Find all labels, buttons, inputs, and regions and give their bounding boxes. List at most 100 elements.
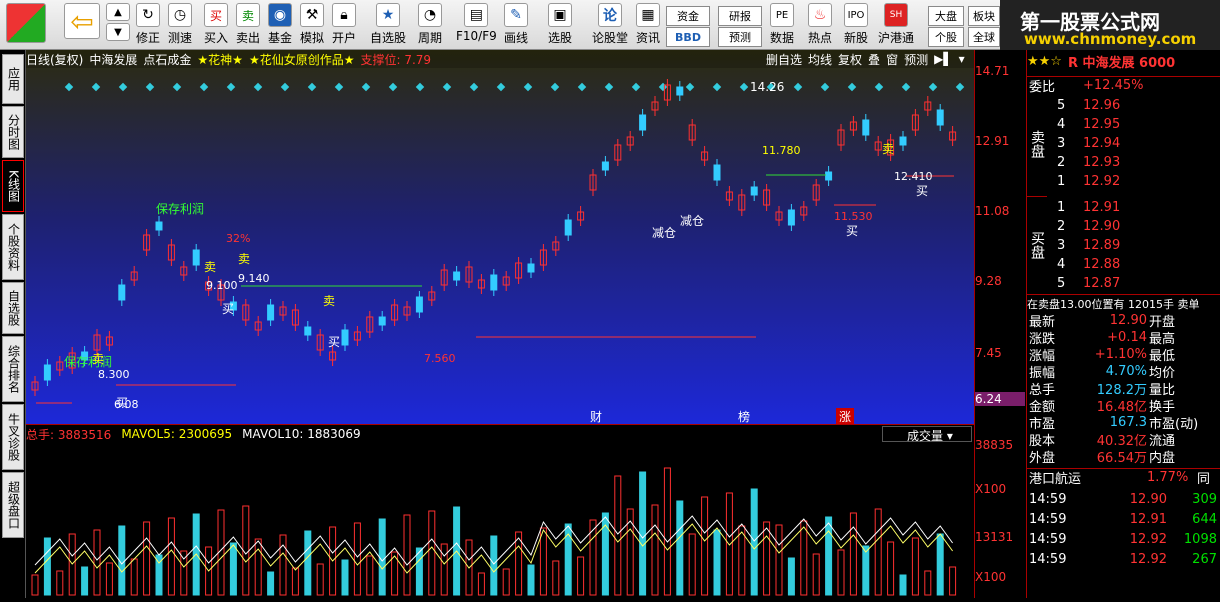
- simulate-button[interactable]: ⚒ 模拟: [300, 3, 324, 47]
- indicator-select[interactable]: 成交量 ▾: [882, 426, 972, 443]
- window-button[interactable]: 窗: [886, 51, 898, 68]
- fix-button[interactable]: ↻ 修正: [136, 3, 160, 47]
- buy-level[interactable]: 2 12.90: [1027, 217, 1220, 235]
- forecast-tool-button[interactable]: 预测: [904, 51, 928, 68]
- market-button[interactable]: 大盘: [928, 6, 964, 26]
- adjust-button[interactable]: 复权: [838, 51, 862, 68]
- fund-button[interactable]: ◉ 基金: [268, 3, 292, 47]
- global-button[interactable]: 全球: [968, 27, 1000, 47]
- event-badge-list[interactable]: 榜: [738, 408, 750, 425]
- panel-title: ★★☆ R 中海发展 6000: [1027, 53, 1176, 71]
- candle-body: [787, 209, 795, 226]
- sector-row[interactable]: 港口航运 1.77% 同: [1027, 468, 1220, 487]
- signal-marker: [64, 82, 74, 92]
- brand-watermark: 第一股票公式网 www.chnmoney.com: [1000, 0, 1220, 50]
- nav-diagnosis[interactable]: 牛叉诊股: [2, 404, 24, 470]
- signal-marker: [226, 82, 236, 92]
- ma-button[interactable]: 均线: [808, 51, 832, 68]
- volume-bar: [353, 522, 361, 596]
- volume-bar: [279, 534, 287, 596]
- bbd-button[interactable]: BBD: [666, 27, 710, 47]
- data-button[interactable]: PE 数据: [770, 3, 794, 47]
- annotation-level-5: 7.560: [424, 352, 456, 365]
- annotation-sell-3: 卖: [323, 294, 336, 308]
- volume-bar: [341, 559, 349, 596]
- research-button[interactable]: 研报: [718, 6, 762, 26]
- back-button[interactable]: ⇦: [64, 3, 100, 47]
- volume-bar: [738, 525, 746, 596]
- clock-icon: ◷: [168, 3, 192, 27]
- nav-kline[interactable]: K线图: [2, 160, 24, 212]
- stock-tab[interactable]: 个股: [928, 27, 964, 47]
- volume-bar: [366, 555, 374, 596]
- nav-apps[interactable]: 应用: [2, 54, 24, 104]
- ipo-button[interactable]: IPO 新股: [844, 3, 868, 47]
- buy-level[interactable]: 1 12.91: [1027, 198, 1220, 216]
- stock-screen-button[interactable]: ▣ 选股: [548, 3, 572, 47]
- stock-connect-button[interactable]: SH 沪港通: [878, 3, 914, 47]
- nav-orderbook[interactable]: 超级盘口: [2, 472, 24, 538]
- period-label[interactable]: 日线(复权): [26, 51, 83, 68]
- candle-body: [267, 304, 275, 321]
- menu-arrow-icon[interactable]: ▾: [959, 52, 965, 66]
- open-account-button[interactable]: 🔒︎ 开户: [332, 3, 356, 47]
- volume-bar: [502, 568, 510, 596]
- sell-level[interactable]: 5 12.96: [1027, 96, 1220, 114]
- event-badge-limit-up[interactable]: 涨: [836, 408, 855, 425]
- nav-watchlist[interactable]: 自选股: [2, 282, 24, 334]
- remove-watch-button[interactable]: 删自选: [766, 51, 802, 68]
- sector-button[interactable]: 板块: [968, 6, 1000, 26]
- sell-level[interactable]: 4 12.95: [1027, 115, 1220, 133]
- candle-body: [713, 164, 721, 181]
- arrow-left-icon: ⇦: [64, 3, 100, 39]
- collapse-icon[interactable]: ▶▌: [934, 52, 952, 66]
- draw-line-button[interactable]: ✎ 画线: [504, 3, 528, 47]
- buy-button[interactable]: 买买入: [204, 3, 228, 47]
- volume-bar: [589, 519, 597, 596]
- annotation-sell-5: 卖: [92, 352, 105, 366]
- volume-bar: [750, 488, 758, 596]
- candle-body: [527, 263, 535, 273]
- volume-header: 总手: 3883516 MAVOL5: 2300695 MAVOL10: 188…: [26, 425, 974, 443]
- sell-level[interactable]: 3 12.94: [1027, 134, 1220, 152]
- nav-ranking[interactable]: 综合排名: [2, 336, 24, 402]
- annotation-level-7: 6.08: [114, 398, 139, 411]
- signal-marker: [901, 82, 911, 92]
- period-button[interactable]: ◔ 周期: [418, 3, 442, 47]
- quote-row: 股本 40.32亿 流通: [1029, 434, 1176, 449]
- nav-profile[interactable]: 个股资料: [2, 214, 24, 280]
- signal-marker: [928, 82, 938, 92]
- sell-level[interactable]: 1 12.92: [1027, 172, 1220, 190]
- speed-test-button[interactable]: ◷ 测速: [168, 3, 192, 47]
- sell-button[interactable]: 卖卖出: [236, 3, 260, 47]
- forecast-button[interactable]: 预测: [718, 27, 762, 47]
- volume-chart[interactable]: [26, 424, 974, 598]
- volume-bar: [825, 516, 833, 596]
- f10-button[interactable]: ▤ F10/F9: [456, 3, 497, 47]
- overlay-button[interactable]: 叠: [868, 51, 880, 68]
- annotation-pct: 32%: [226, 232, 251, 245]
- news-button[interactable]: ▦ 资讯: [636, 3, 660, 47]
- app-logo[interactable]: [6, 3, 46, 47]
- buy-level[interactable]: 3 12.89: [1027, 236, 1220, 254]
- signal-marker: [118, 82, 128, 92]
- volume-bar: [267, 571, 275, 596]
- event-badge-finance[interactable]: 财: [590, 408, 602, 425]
- pe-icon: PE: [770, 3, 794, 27]
- screen-icon: ▣: [548, 3, 572, 27]
- watchlist-button[interactable]: ★ 自选股: [370, 3, 406, 47]
- sell-level[interactable]: 2 12.93: [1027, 153, 1220, 171]
- annotation-save-profit: 保存利润: [156, 202, 205, 216]
- nav-intraday[interactable]: 分时图: [2, 106, 24, 158]
- signal-marker: [712, 82, 722, 92]
- hotspot-button[interactable]: ♨ 热点: [808, 3, 832, 47]
- buy-level[interactable]: 5 12.87: [1027, 274, 1220, 292]
- up-down-button[interactable]: ▲ ▼: [106, 3, 130, 47]
- vol-axis-unit: X100: [975, 570, 1007, 584]
- buy-level[interactable]: 4 12.88: [1027, 255, 1220, 273]
- volume-bar: [477, 572, 485, 596]
- kline-chart[interactable]: 保存利润 保存利润 减仓 减仓 卖 卖 卖 卖 卖 买 买 买 买 买 14.2…: [26, 50, 974, 425]
- signal-marker: [577, 82, 587, 92]
- forum-button[interactable]: 论论股堂: [592, 3, 628, 47]
- capital-button[interactable]: 资金: [666, 6, 710, 26]
